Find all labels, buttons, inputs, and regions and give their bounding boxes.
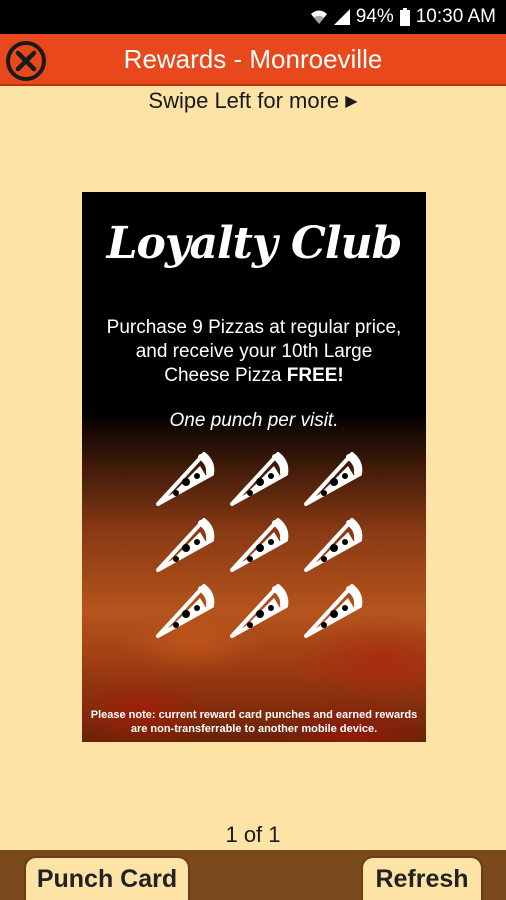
pizza-slice-icon <box>300 446 366 508</box>
status-bar: 94% 10:30 AM <box>0 0 506 34</box>
pizza-slice-icon <box>152 512 218 574</box>
pizza-slice-icon <box>152 446 218 508</box>
punch-card-button[interactable]: Punch Card <box>24 856 190 900</box>
refresh-button[interactable]: Refresh <box>361 856 483 900</box>
page-indicator: 1 of 1 <box>225 822 281 847</box>
pizza-slice-icon <box>300 578 366 640</box>
pizza-slice-icon <box>226 446 292 508</box>
swipe-hint-label: Swipe Left for more <box>148 88 340 113</box>
battery-percent: 94% <box>355 6 394 27</box>
swipe-hint: Swipe Left for more ▶ <box>0 88 506 114</box>
clock: 10:30 AM <box>415 6 496 27</box>
pizza-slice-icon <box>152 578 218 640</box>
punch-grid <box>152 446 372 646</box>
close-circle-icon <box>6 41 46 81</box>
card-headline: Loyalty Club <box>106 218 403 269</box>
battery-icon <box>399 8 410 26</box>
pizza-slice-icon <box>300 512 366 574</box>
bottom-bar: Punch Card Refresh <box>0 850 506 900</box>
pizza-slice-icon <box>226 578 292 640</box>
close-button[interactable] <box>5 40 47 82</box>
pizza-slice-icon <box>226 512 292 574</box>
signal-icon <box>333 9 350 25</box>
card-subtext: One punch per visit. <box>169 410 339 431</box>
card-description-main: Purchase 9 Pizzas at regular price, and … <box>106 317 402 386</box>
card-description: Purchase 9 Pizzas at regular price, and … <box>102 316 406 388</box>
card-description-bold: FREE! <box>286 365 344 386</box>
loyalty-card[interactable]: Loyalty Club Purchase 9 Pizzas at regula… <box>82 192 426 742</box>
wifi-icon <box>310 9 328 25</box>
triangle-right-icon: ▶ <box>345 93 358 110</box>
page-title: Rewards - Monroeville <box>123 43 383 74</box>
title-bar: Rewards - Monroeville <box>0 34 506 86</box>
card-note: Please note: current reward card punches… <box>90 709 418 735</box>
